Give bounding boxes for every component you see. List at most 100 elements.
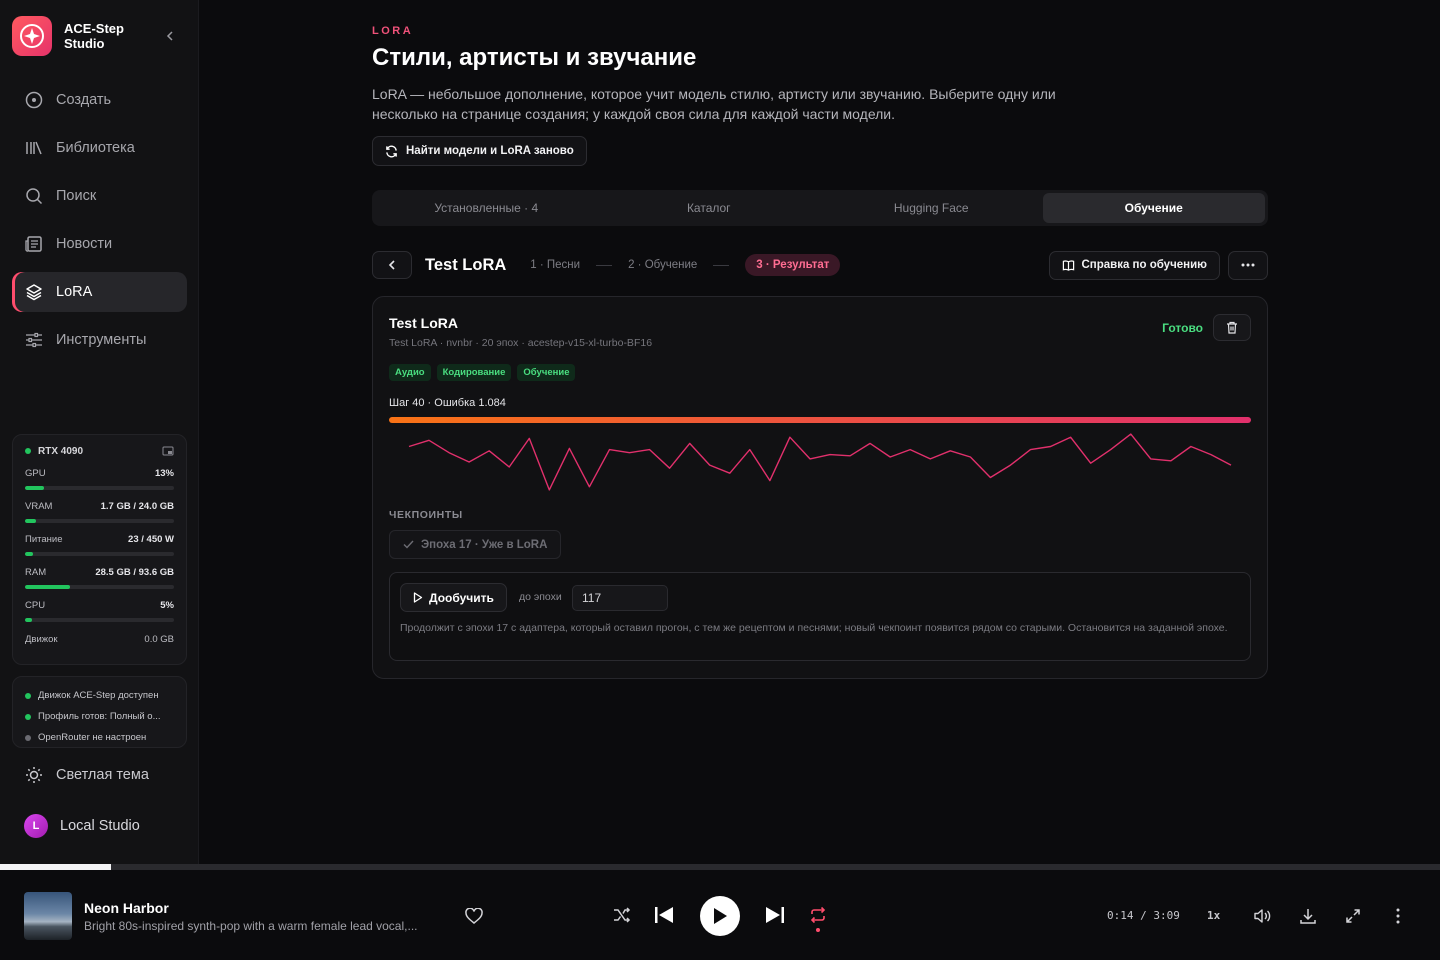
gpu-status-dot xyxy=(25,448,31,454)
checkpoints-label: ЧЕКПОИНТЫ xyxy=(389,509,463,521)
more-vertical-icon xyxy=(1396,908,1400,924)
metric-vram: VRAM 1.7 GB / 24.0 GB xyxy=(25,501,174,523)
theme-toggle[interactable]: Светлая тема xyxy=(24,765,149,785)
expand-button[interactable] xyxy=(1343,906,1363,926)
metric-label: Питание xyxy=(25,534,63,545)
track-title[interactable]: Neon Harbor xyxy=(84,900,169,916)
heart-icon xyxy=(465,908,483,924)
status-text: Профиль готов: Полный о... xyxy=(38,711,161,722)
more-options-button[interactable] xyxy=(1228,250,1268,280)
metric-bar-fill xyxy=(25,552,33,556)
player-more-button[interactable] xyxy=(1388,906,1408,926)
tag-audio: Аудио xyxy=(389,364,431,381)
tab-installed[interactable]: Установленные · 4 xyxy=(375,193,598,223)
checkpoint-chip: Эпоха 17 · Уже в LoRA xyxy=(389,530,562,559)
news-icon xyxy=(24,234,44,254)
sidebar-item-label: Инструменты xyxy=(56,332,147,348)
gpu-name: RTX 4090 xyxy=(38,445,84,457)
profile-button[interactable]: L Local Studio xyxy=(24,814,140,838)
metric-value: 28.5 GB / 93.6 GB xyxy=(95,567,174,578)
open-monitor-icon[interactable] xyxy=(162,445,174,457)
play-icon xyxy=(413,592,423,603)
wizard-step-result[interactable]: 3 · Результат xyxy=(745,254,841,276)
metric-value: 0.0 GB xyxy=(144,634,174,645)
tab-training[interactable]: Обучение xyxy=(1042,193,1265,223)
sidebar-item-news[interactable]: Новости xyxy=(12,224,187,264)
status-dot xyxy=(25,734,31,741)
metric-label: VRAM xyxy=(25,501,53,512)
stage-tags: Аудио Кодирование Обучение xyxy=(389,364,581,381)
epoch-input[interactable] xyxy=(572,585,668,611)
sun-icon xyxy=(24,765,44,785)
metric-ram: RAM 28.5 GB / 93.6 GB xyxy=(25,567,174,589)
repeat-button[interactable] xyxy=(807,904,829,926)
status-line: OpenRouter не настроен xyxy=(25,727,174,748)
like-button[interactable] xyxy=(464,906,484,926)
collapse-sidebar-icon[interactable] xyxy=(160,26,180,46)
training-help-button[interactable]: Справка по обучению xyxy=(1049,250,1220,280)
sidebar-item-label: LoRA xyxy=(56,284,93,300)
step-divider xyxy=(713,264,730,266)
shuffle-button[interactable] xyxy=(611,904,633,926)
track-cover[interactable] xyxy=(24,892,72,940)
refresh-models-button[interactable]: Найти модели и LoRA заново xyxy=(372,136,587,166)
theme-toggle-label: Светлая тема xyxy=(56,767,149,783)
chevron-left-icon xyxy=(388,260,395,270)
wizard-step-training[interactable]: 2 · Обучение xyxy=(628,259,697,271)
volume-icon xyxy=(1254,909,1271,923)
skip-back-icon xyxy=(655,907,673,923)
metric-value: 23 / 450 W xyxy=(128,534,174,545)
sidebar-item-library[interactable]: Библиотека xyxy=(12,128,187,168)
resume-training-button[interactable]: Дообучить xyxy=(400,583,507,612)
library-icon xyxy=(24,138,44,158)
volume-button[interactable] xyxy=(1252,906,1272,926)
sidebar-item-tools[interactable]: Инструменты xyxy=(12,320,187,360)
more-horizontal-icon xyxy=(1241,263,1255,267)
refresh-models-label: Найти модели и LoRA заново xyxy=(406,145,574,157)
track-subtitle: Bright 80s-inspired synth-pop with a war… xyxy=(84,919,418,933)
metric-bar-fill xyxy=(25,486,45,490)
result-title: Test LoRA xyxy=(389,315,458,331)
metric-cpu: CPU 5% xyxy=(25,600,174,622)
next-button[interactable] xyxy=(764,904,786,926)
play-button[interactable] xyxy=(700,896,740,936)
metric-value: 1.7 GB / 24.0 GB xyxy=(100,501,174,512)
playback-speed-button[interactable]: 1x xyxy=(1207,909,1220,922)
download-button[interactable] xyxy=(1298,906,1318,926)
play-icon xyxy=(714,908,727,924)
layers-icon xyxy=(24,282,44,302)
wizard-header: Test LoRA 1 · Песни 2 · Обучение 3 · Рез… xyxy=(372,250,1268,280)
delete-button[interactable] xyxy=(1213,314,1251,341)
resume-note: Продолжит с эпохи 17 с адаптера, который… xyxy=(400,622,1228,634)
book-icon xyxy=(1062,259,1075,272)
sidebar-item-search[interactable]: Поиск xyxy=(12,176,187,216)
step-divider xyxy=(596,264,613,266)
sidebar-item-lora[interactable]: LoRA xyxy=(12,272,187,312)
brand[interactable]: ACE-Step Studio xyxy=(12,16,188,56)
player-bar: Neon Harbor Bright 80s-inspired synth-po… xyxy=(0,870,1440,960)
metric-bar xyxy=(25,552,174,556)
brand-name: ACE-Step Studio xyxy=(64,21,124,51)
tag-encoding: Кодирование xyxy=(436,364,512,381)
previous-button[interactable] xyxy=(653,904,675,926)
sliders-icon xyxy=(24,330,44,350)
metric-bar xyxy=(25,519,174,523)
metric-label: Движок xyxy=(25,634,58,645)
status-line: Движок ACE-Step доступен xyxy=(25,685,174,706)
sidebar-item-create[interactable]: Создать xyxy=(12,80,187,120)
metric-value: 5% xyxy=(160,600,174,611)
tab-hugging-face[interactable]: Hugging Face xyxy=(820,193,1043,223)
status-badge: Готово xyxy=(1162,321,1203,335)
download-icon xyxy=(1300,909,1316,924)
playback-time: 0:14 / 3:09 xyxy=(1107,909,1180,922)
lora-tabs: Установленные · 4 Каталог Hugging Face О… xyxy=(372,190,1268,226)
app-root: ACE-Step Studio Создать Библиотека Поиск… xyxy=(0,0,1440,960)
resume-training-panel: Дообучить до эпохи Продолжит с эпохи 17 … xyxy=(389,572,1251,661)
back-button[interactable] xyxy=(372,251,412,279)
brand-logo-icon xyxy=(12,16,52,56)
skip-forward-icon xyxy=(766,907,784,923)
wizard-step-songs[interactable]: 1 · Песни xyxy=(530,259,580,271)
page-eyebrow: LORA xyxy=(372,25,414,37)
tab-catalog[interactable]: Каталог xyxy=(598,193,821,223)
metric-gpu: GPU 13% xyxy=(25,468,174,490)
